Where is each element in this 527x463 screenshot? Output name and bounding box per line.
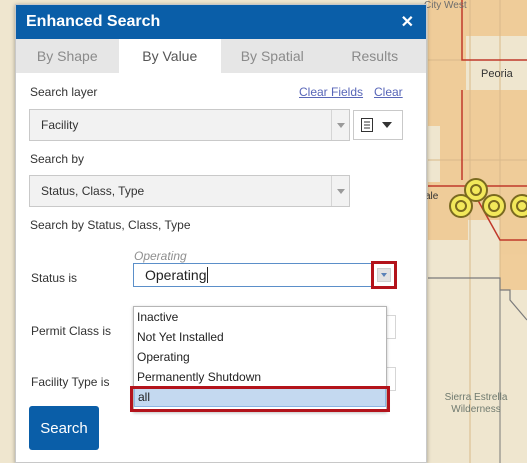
status-hint: Operating — [134, 249, 187, 263]
map-label-sierra-line1: Sierra Estrella — [444, 392, 508, 403]
permit-class-label: Permit Class is — [31, 324, 112, 338]
status-options-list: Inactive Not Yet Installed Operating Per… — [133, 306, 387, 412]
status-option-permanently-shutdown[interactable]: Permanently Shutdown — [134, 367, 386, 387]
search-button[interactable]: Search — [29, 406, 99, 450]
tab-by-shape[interactable]: By Shape — [16, 39, 119, 73]
close-icon[interactable]: ✕ — [401, 12, 414, 32]
caret-down-icon — [382, 122, 392, 128]
status-dropdown-button[interactable] — [371, 261, 397, 289]
search-by-value: Status, Class, Type — [41, 184, 145, 198]
search-layer-select[interactable]: Facility — [29, 109, 350, 141]
map-label-sierra-estrella: Sierra Estrella Wilderness — [441, 392, 511, 416]
status-option-all[interactable]: all — [134, 387, 386, 407]
facility-type-label: Facility Type is — [31, 375, 110, 389]
search-layer-label: Search layer — [30, 85, 98, 99]
clear-link[interactable]: Clear — [374, 85, 403, 99]
clear-fields-link[interactable]: Clear Fields — [299, 85, 363, 99]
chevron-down-icon[interactable] — [331, 110, 349, 140]
chevron-down-icon[interactable] — [331, 176, 349, 206]
chevron-down-icon — [377, 268, 391, 282]
status-value: Operating — [145, 267, 207, 283]
search-by-heading: Search by Status, Class, Type — [30, 218, 191, 232]
tab-results[interactable]: Results — [324, 39, 427, 73]
panel-titlebar: Enhanced Search ✕ — [16, 5, 426, 39]
layer-options-button[interactable] — [353, 110, 403, 140]
status-option-not-yet-installed[interactable]: Not Yet Installed — [134, 327, 386, 347]
status-option-operating[interactable]: Operating — [134, 347, 386, 367]
search-layer-value: Facility — [41, 118, 79, 132]
tab-by-spatial[interactable]: By Spatial — [221, 39, 324, 73]
document-icon — [361, 118, 373, 132]
map-label-ale: ale — [425, 191, 439, 202]
text-caret — [207, 267, 209, 283]
map-label-peoria: Peoria — [481, 68, 513, 80]
search-by-label: Search by — [30, 152, 85, 166]
status-input[interactable]: Operating — [133, 263, 376, 287]
status-label: Status is — [31, 271, 78, 285]
search-by-select[interactable]: Status, Class, Type — [29, 175, 350, 207]
tab-by-value[interactable]: By Value — [118, 39, 221, 73]
tab-bar: By Shape By Value By Spatial Results — [16, 39, 426, 73]
map-label-city-west: City West — [424, 0, 467, 11]
urban-area — [428, 0, 527, 290]
map-label-sierra-line2: Wilderness — [451, 404, 501, 415]
status-option-inactive[interactable]: Inactive — [134, 307, 386, 327]
panel-title: Enhanced Search — [26, 13, 161, 30]
